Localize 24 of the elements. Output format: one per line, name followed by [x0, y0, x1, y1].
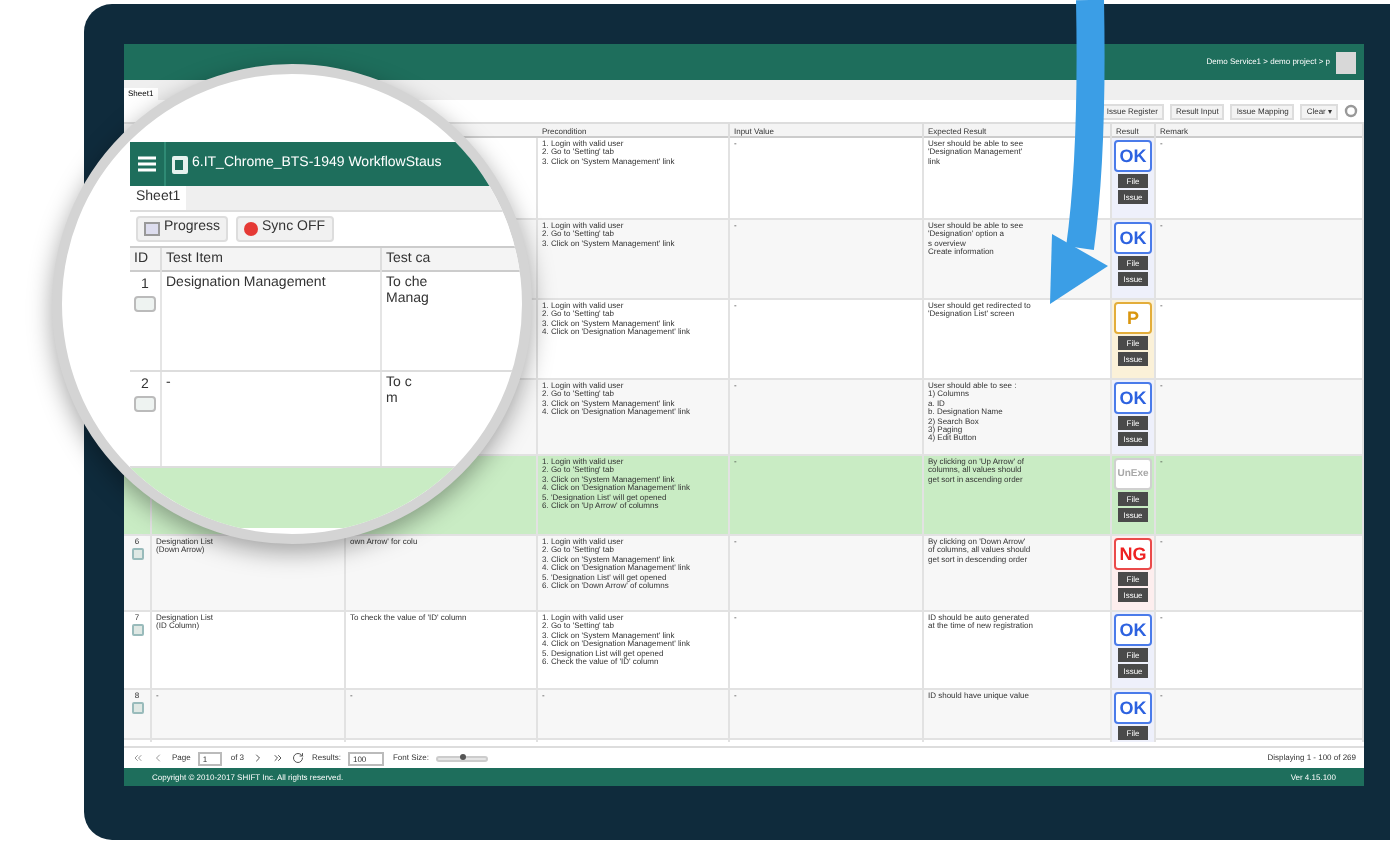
list-icon[interactable] — [131, 548, 143, 560]
refresh-icon[interactable] — [292, 752, 305, 764]
stop-icon — [244, 222, 259, 236]
curved-arrow-icon — [1050, 0, 1108, 304]
avatar-icon[interactable] — [1336, 51, 1356, 73]
next-page-icon[interactable] — [252, 752, 265, 764]
list-icon[interactable] — [134, 396, 156, 412]
table-icon — [144, 222, 160, 236]
result-badge[interactable]: OK — [1114, 140, 1152, 172]
result-badge[interactable]: OK — [1114, 222, 1152, 254]
result-badge[interactable]: OK — [1114, 692, 1152, 724]
spreadsheet-icon — [172, 155, 188, 173]
slider-thumb[interactable] — [459, 754, 466, 760]
result-badge[interactable]: OK — [1114, 382, 1152, 414]
menu-icon[interactable] — [138, 156, 156, 172]
font-size-slider[interactable] — [436, 755, 489, 761]
result-badge[interactable]: OK — [1114, 614, 1152, 646]
first-page-icon[interactable] — [132, 752, 144, 764]
result-badge[interactable]: NG — [1114, 538, 1152, 570]
previous-page-icon[interactable] — [152, 752, 164, 764]
list-icon[interactable] — [131, 624, 143, 636]
settings-icon[interactable] — [1344, 104, 1358, 118]
list-icon[interactable] — [131, 702, 143, 714]
list-icon[interactable] — [134, 296, 156, 312]
